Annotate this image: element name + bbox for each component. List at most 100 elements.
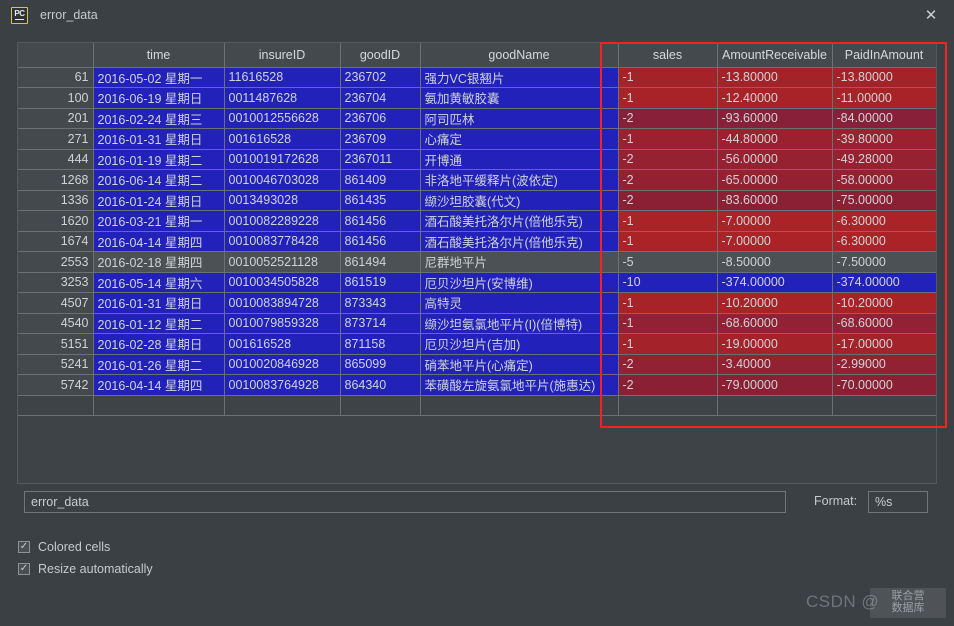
format-input[interactable] bbox=[868, 491, 928, 513]
cell-index[interactable]: 4507 bbox=[18, 292, 94, 314]
column-header-amountreceivable[interactable]: AmountReceivable bbox=[717, 43, 833, 68]
cell-index[interactable]: 5151 bbox=[18, 333, 94, 355]
cell-paidinamount[interactable]: -39.80000 bbox=[832, 128, 936, 150]
cell-time[interactable]: 2016-04-14 星期四 bbox=[93, 231, 225, 252]
cell-amountreceivable[interactable]: -93.60000 bbox=[717, 108, 833, 129]
cell-sales[interactable]: -1 bbox=[618, 333, 718, 355]
table-row[interactable]: 4540 2016-01-12 星期二 0010079859328 873714 缬沙坦… bbox=[18, 313, 936, 334]
cell-amountreceivable[interactable]: -10.20000 bbox=[717, 292, 833, 314]
cell-sales[interactable]: -1 bbox=[618, 231, 718, 252]
column-header-goodname[interactable]: goodName bbox=[420, 43, 619, 68]
cell-insureid[interactable]: 0011487628 bbox=[224, 87, 341, 109]
cell-goodid[interactable]: 861409 bbox=[340, 169, 421, 191]
cell-time[interactable]: 2016-06-19 星期日 bbox=[93, 87, 225, 109]
cell-amountreceivable[interactable]: -13.80000 bbox=[717, 67, 833, 88]
cell-time[interactable]: 2016-03-21 星期一 bbox=[93, 210, 225, 232]
cell-index[interactable]: 61 bbox=[18, 67, 94, 88]
cell-goodname[interactable]: 苯磺酸左旋氨氯地平片(施惠达) bbox=[420, 374, 619, 396]
cell-time[interactable]: 2016-02-24 星期三 bbox=[93, 108, 225, 129]
cell-time[interactable]: 2016-01-31 星期日 bbox=[93, 128, 225, 150]
cell-index[interactable]: 100 bbox=[18, 87, 94, 109]
cell-amountreceivable[interactable]: -79.00000 bbox=[717, 374, 833, 396]
table-row[interactable]: 271 2016-01-31 星期日 001616528 236709 心痛定 -1 -44… bbox=[18, 128, 936, 150]
cell-goodid[interactable]: 861456 bbox=[340, 210, 421, 232]
cell-goodname[interactable]: 缬沙坦胶囊(代文) bbox=[420, 190, 619, 211]
cell-time[interactable]: 2016-05-14 星期六 bbox=[93, 272, 225, 293]
cell-paidinamount[interactable]: -6.30000 bbox=[832, 210, 936, 232]
cell-goodid[interactable]: 864340 bbox=[340, 374, 421, 396]
cell-goodid[interactable]: 236706 bbox=[340, 108, 421, 129]
cell-index[interactable]: 3253 bbox=[18, 272, 94, 293]
cell-time[interactable]: 2016-06-14 星期二 bbox=[93, 169, 225, 191]
cell-insureid[interactable]: 001616528 bbox=[224, 333, 341, 355]
data-table-container[interactable]: time insureID goodID goodName sales Amou… bbox=[17, 42, 937, 484]
cell-goodid[interactable]: 865099 bbox=[340, 354, 421, 375]
cell-goodname[interactable]: 强力VC银翘片 bbox=[420, 67, 619, 88]
cell-paidinamount[interactable]: -13.80000 bbox=[832, 67, 936, 88]
cell-goodname[interactable]: 阿司匹林 bbox=[420, 108, 619, 129]
cell-paidinamount[interactable]: -49.28000 bbox=[832, 149, 936, 170]
cell-goodname[interactable]: 尼群地平片 bbox=[420, 251, 619, 273]
cell-paidinamount[interactable]: -70.00000 bbox=[832, 374, 936, 396]
cell-goodid[interactable]: 861456 bbox=[340, 231, 421, 252]
cell-goodname[interactable]: 非洛地平缓释片(波依定) bbox=[420, 169, 619, 191]
cell-sales[interactable]: -1 bbox=[618, 87, 718, 109]
cell-insureid[interactable]: 001616528 bbox=[224, 128, 341, 150]
column-header-time[interactable]: time bbox=[93, 43, 225, 68]
cell-time[interactable]: 2016-05-02 星期一 bbox=[93, 67, 225, 88]
cell-insureid[interactable]: 0010034505828 bbox=[224, 272, 341, 293]
cell-amountreceivable[interactable]: -3.40000 bbox=[717, 354, 833, 375]
cell-insureid[interactable]: 0010020846928 bbox=[224, 354, 341, 375]
checkbox-colored-cells[interactable]: ✓ Colored cells bbox=[18, 540, 110, 554]
cell-paidinamount[interactable]: -6.30000 bbox=[832, 231, 936, 252]
table-name-input[interactable] bbox=[24, 491, 786, 513]
checkbox-colored-cells-box[interactable]: ✓ bbox=[18, 541, 30, 553]
cell-insureid[interactable]: 0010046703028 bbox=[224, 169, 341, 191]
cell-insureid[interactable]: 0010083764928 bbox=[224, 374, 341, 396]
cell-index[interactable]: 2553 bbox=[18, 251, 94, 273]
cell-amountreceivable[interactable]: -7.00000 bbox=[717, 210, 833, 232]
cell-goodname[interactable]: 高特灵 bbox=[420, 292, 619, 314]
cell-goodname[interactable]: 开博通 bbox=[420, 149, 619, 170]
cell-amountreceivable[interactable]: -68.60000 bbox=[717, 313, 833, 334]
cell-goodname[interactable]: 厄贝沙坦片(安博维) bbox=[420, 272, 619, 293]
cell-goodname[interactable]: 缬沙坦氨氯地平片(I)(倍博特) bbox=[420, 313, 619, 334]
table-row[interactable]: 3253 2016-05-14 星期六 0010034505828 861519 厄贝沙… bbox=[18, 272, 936, 293]
cell-amountreceivable[interactable]: -65.00000 bbox=[717, 169, 833, 191]
cell-paidinamount[interactable]: -7.50000 bbox=[832, 251, 936, 273]
cell-sales[interactable]: -2 bbox=[618, 149, 718, 170]
table-row[interactable]: 1674 2016-04-14 星期四 0010083778428 861456 酒石酸… bbox=[18, 231, 936, 252]
cell-goodname[interactable]: 酒石酸美托洛尔片(倍他乐克) bbox=[420, 231, 619, 252]
cell-amountreceivable[interactable]: -8.50000 bbox=[717, 251, 833, 273]
cell-time[interactable]: 2016-01-12 星期二 bbox=[93, 313, 225, 334]
cell-index[interactable]: 1336 bbox=[18, 190, 94, 211]
cell-paidinamount[interactable]: -2.99000 bbox=[832, 354, 936, 375]
cell-goodid[interactable]: 2367011 bbox=[340, 149, 421, 170]
cell-sales[interactable]: -2 bbox=[618, 169, 718, 191]
cell-goodid[interactable]: 861435 bbox=[340, 190, 421, 211]
cell-goodname[interactable]: 心痛定 bbox=[420, 128, 619, 150]
cell-paidinamount[interactable]: -68.60000 bbox=[832, 313, 936, 334]
table-row[interactable]: 444 2016-01-19 星期二 0010019172628 2367011 开博通… bbox=[18, 149, 936, 170]
cell-sales[interactable]: -1 bbox=[618, 210, 718, 232]
table-row[interactable]: 4507 2016-01-31 星期日 0010083894728 873343 高特灵… bbox=[18, 292, 936, 314]
cell-time[interactable]: 2016-04-14 星期四 bbox=[93, 374, 225, 396]
table-row[interactable]: 1620 2016-03-21 星期一 0010082289228 861456 酒石酸… bbox=[18, 210, 936, 232]
cell-goodid[interactable]: 861494 bbox=[340, 251, 421, 273]
cell-time[interactable]: 2016-01-31 星期日 bbox=[93, 292, 225, 314]
cell-insureid[interactable]: 0013493028 bbox=[224, 190, 341, 211]
cell-index[interactable]: 4540 bbox=[18, 313, 94, 334]
cell-time[interactable]: 2016-01-26 星期二 bbox=[93, 354, 225, 375]
cell-insureid[interactable]: 0010083894728 bbox=[224, 292, 341, 314]
cell-amountreceivable[interactable]: -12.40000 bbox=[717, 87, 833, 109]
cell-amountreceivable[interactable]: -44.80000 bbox=[717, 128, 833, 150]
table-row[interactable]: 2553 2016-02-18 星期四 0010052521128 861494 尼群地… bbox=[18, 251, 936, 273]
cell-goodid[interactable]: 236709 bbox=[340, 128, 421, 150]
cell-insureid[interactable]: 0010082289228 bbox=[224, 210, 341, 232]
cell-paidinamount[interactable]: -11.00000 bbox=[832, 87, 936, 109]
cell-insureid[interactable]: 11616528 bbox=[224, 67, 341, 88]
cell-index[interactable]: 201 bbox=[18, 108, 94, 129]
cell-insureid[interactable]: 0010019172628 bbox=[224, 149, 341, 170]
checkbox-resize-automatically-box[interactable]: ✓ bbox=[18, 563, 30, 575]
cell-sales[interactable]: -2 bbox=[618, 108, 718, 129]
